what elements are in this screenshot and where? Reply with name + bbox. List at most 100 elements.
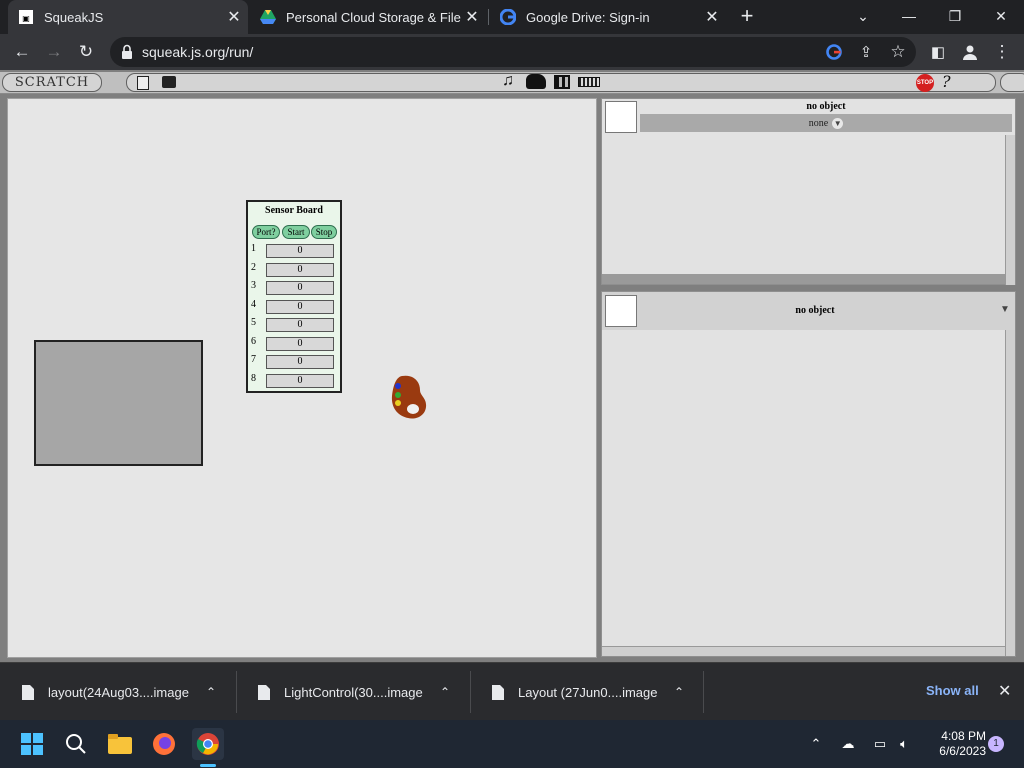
stop-label: STOP xyxy=(916,80,934,86)
close-tab-icon[interactable]: ✕ xyxy=(224,7,244,27)
google-lens-icon[interactable] xyxy=(820,38,848,66)
search-icon[interactable] xyxy=(60,728,92,760)
active-app-indicator xyxy=(200,764,216,767)
file-icon xyxy=(22,684,34,700)
tab-squeakjs[interactable]: ▣ SqueakJS ✕ xyxy=(8,0,248,34)
restore-button[interactable]: ❐ xyxy=(932,0,978,32)
sensor-board-title: Sensor Board xyxy=(265,205,323,216)
bookmark-star-icon[interactable]: ☆ xyxy=(884,38,912,66)
forward-icon[interactable]: → xyxy=(40,38,68,66)
download-shelf: layout(24Aug03....image ⌃ LightControl(3… xyxy=(0,662,1024,720)
sensor-value: 0 xyxy=(266,318,334,332)
paint-palette-icon[interactable] xyxy=(390,374,428,420)
download-item[interactable]: LightControl(30....image ⌃ xyxy=(236,663,470,721)
help-label: ? xyxy=(942,72,951,91)
firefox-icon[interactable] xyxy=(148,728,180,760)
stop-sign-icon[interactable]: STOP xyxy=(916,74,934,92)
profile-icon[interactable] xyxy=(956,38,984,66)
squeakjs-favicon: ▣ xyxy=(18,9,34,25)
windows-start-icon[interactable] xyxy=(16,728,48,760)
chevron-down-icon[interactable]: ▼ xyxy=(1000,304,1010,315)
sensor-value: 0 xyxy=(266,355,334,369)
windows-taskbar: ⌃ ☁ ▭ 🔈︎ 4:08 PM 6/6/2023 1 xyxy=(0,720,1024,768)
tab-search-icon[interactable]: ⌄ xyxy=(840,0,886,32)
sensor-label: 8 xyxy=(251,373,256,384)
file-icon xyxy=(258,684,270,700)
port-button[interactable]: Port? xyxy=(252,225,280,239)
scratch-logo-text: SCRATCH xyxy=(14,75,90,90)
chevron-up-icon[interactable]: ⌃ xyxy=(206,685,236,699)
object-thumbnail xyxy=(605,295,637,327)
sensor-value: 0 xyxy=(266,300,334,314)
share-icon[interactable]: ⇪ xyxy=(852,38,880,66)
object-title: no object xyxy=(795,305,835,316)
clock-date: 6/6/2023 xyxy=(939,744,986,758)
chevron-up-icon[interactable]: ⌃ xyxy=(674,685,704,699)
sensor-value: 0 xyxy=(266,244,334,258)
svg-text:▣: ▣ xyxy=(22,14,30,23)
film-icon[interactable] xyxy=(554,75,570,89)
object-dropdown[interactable]: none ▼ xyxy=(640,114,1012,132)
notification-badge[interactable]: 1 xyxy=(988,736,1004,752)
scratch-logo[interactable]: SCRATCH xyxy=(2,73,102,92)
tab-google-drive-signin[interactable]: Google Drive: Sign-in ✕ xyxy=(490,0,726,34)
chevron-up-icon[interactable]: ⌃ xyxy=(440,685,470,699)
squeak-canvas[interactable]: SCRATCH ♫ STOP ? Sensor Board Port? Star… xyxy=(0,70,1024,662)
side-panel-icon[interactable]: ◧ xyxy=(924,38,952,66)
chrome-icon[interactable] xyxy=(192,728,224,760)
tab-divider xyxy=(488,9,489,25)
google-drive-favicon xyxy=(260,9,276,25)
vertical-scrollbar[interactable] xyxy=(1005,135,1015,285)
gray-rectangle[interactable] xyxy=(34,340,203,466)
reload-icon[interactable]: ↻ xyxy=(72,38,100,66)
music-note-icon[interactable]: ♫ xyxy=(502,72,514,90)
cat-sprite-icon[interactable] xyxy=(526,74,546,89)
address-bar[interactable]: squeak.js.org/run/ xyxy=(110,37,916,67)
tab-title: SqueakJS xyxy=(44,9,104,25)
new-tab-button[interactable]: + xyxy=(728,0,766,32)
url-text: squeak.js.org/run/ xyxy=(142,44,254,60)
page-icon[interactable] xyxy=(137,76,149,90)
sensor-label: 6 xyxy=(251,336,256,347)
download-filename: LightControl(30....image xyxy=(284,684,423,700)
tab-strip: ▣ SqueakJS ✕ Personal Cloud Storage & Fi… xyxy=(0,0,1024,34)
close-window-button[interactable]: ✕ xyxy=(978,0,1024,32)
onedrive-icon[interactable]: ☁ xyxy=(838,734,858,754)
file-explorer-icon[interactable] xyxy=(104,728,136,760)
show-all-link[interactable]: Show all xyxy=(926,683,979,698)
google-favicon xyxy=(500,9,516,25)
object-title: no object xyxy=(806,101,846,112)
close-tab-icon[interactable]: ✕ xyxy=(462,7,482,27)
download-filename: layout(24Aug03....image xyxy=(48,684,189,700)
close-tab-icon[interactable]: ✕ xyxy=(702,7,722,27)
volume-icon[interactable]: 🔈︎ xyxy=(894,734,914,754)
download-item[interactable]: Layout (27Jun0....image ⌃ xyxy=(470,663,704,721)
sensor-label: 5 xyxy=(251,317,256,328)
chevron-up-icon[interactable]: ⌃ xyxy=(806,734,826,754)
menu-icon[interactable]: ⋮ xyxy=(988,38,1016,66)
network-icon[interactable]: ▭ xyxy=(870,734,890,754)
tab-personal-cloud-storage[interactable]: Personal Cloud Storage & File Sh ✕ xyxy=(250,0,486,34)
sensor-label: 3 xyxy=(251,280,256,291)
clock[interactable]: 4:08 PM 6/6/2023 xyxy=(922,729,986,759)
object-thumbnail xyxy=(605,101,637,133)
vertical-scrollbar[interactable] xyxy=(1005,330,1015,656)
download-divider xyxy=(703,671,704,713)
extra-toolbar-button[interactable] xyxy=(1000,73,1024,92)
sensor-board[interactable]: Sensor Board Port? Start Stop 1 0 2 0 3 … xyxy=(246,200,342,393)
camera-icon[interactable] xyxy=(162,76,176,88)
stop-button[interactable]: Stop xyxy=(311,225,337,239)
horizontal-scrollbar[interactable] xyxy=(602,646,1005,656)
help-icon[interactable]: ? xyxy=(942,72,951,91)
close-shelf-icon[interactable]: ✕ xyxy=(998,681,1011,701)
chevron-down-icon: ▼ xyxy=(832,117,844,129)
scratch-stage[interactable]: Sensor Board Port? Start Stop 1 0 2 0 3 … xyxy=(7,98,597,658)
start-button[interactable]: Start xyxy=(282,225,310,239)
minimize-button[interactable]: — xyxy=(886,0,932,32)
scripts-panel: no object ▼ xyxy=(601,291,1016,657)
file-icon xyxy=(492,684,504,700)
keyboard-icon[interactable] xyxy=(578,77,600,87)
back-icon[interactable]: ← xyxy=(8,38,36,66)
sensor-value: 0 xyxy=(266,263,334,277)
download-item[interactable]: layout(24Aug03....image ⌃ xyxy=(0,663,236,721)
